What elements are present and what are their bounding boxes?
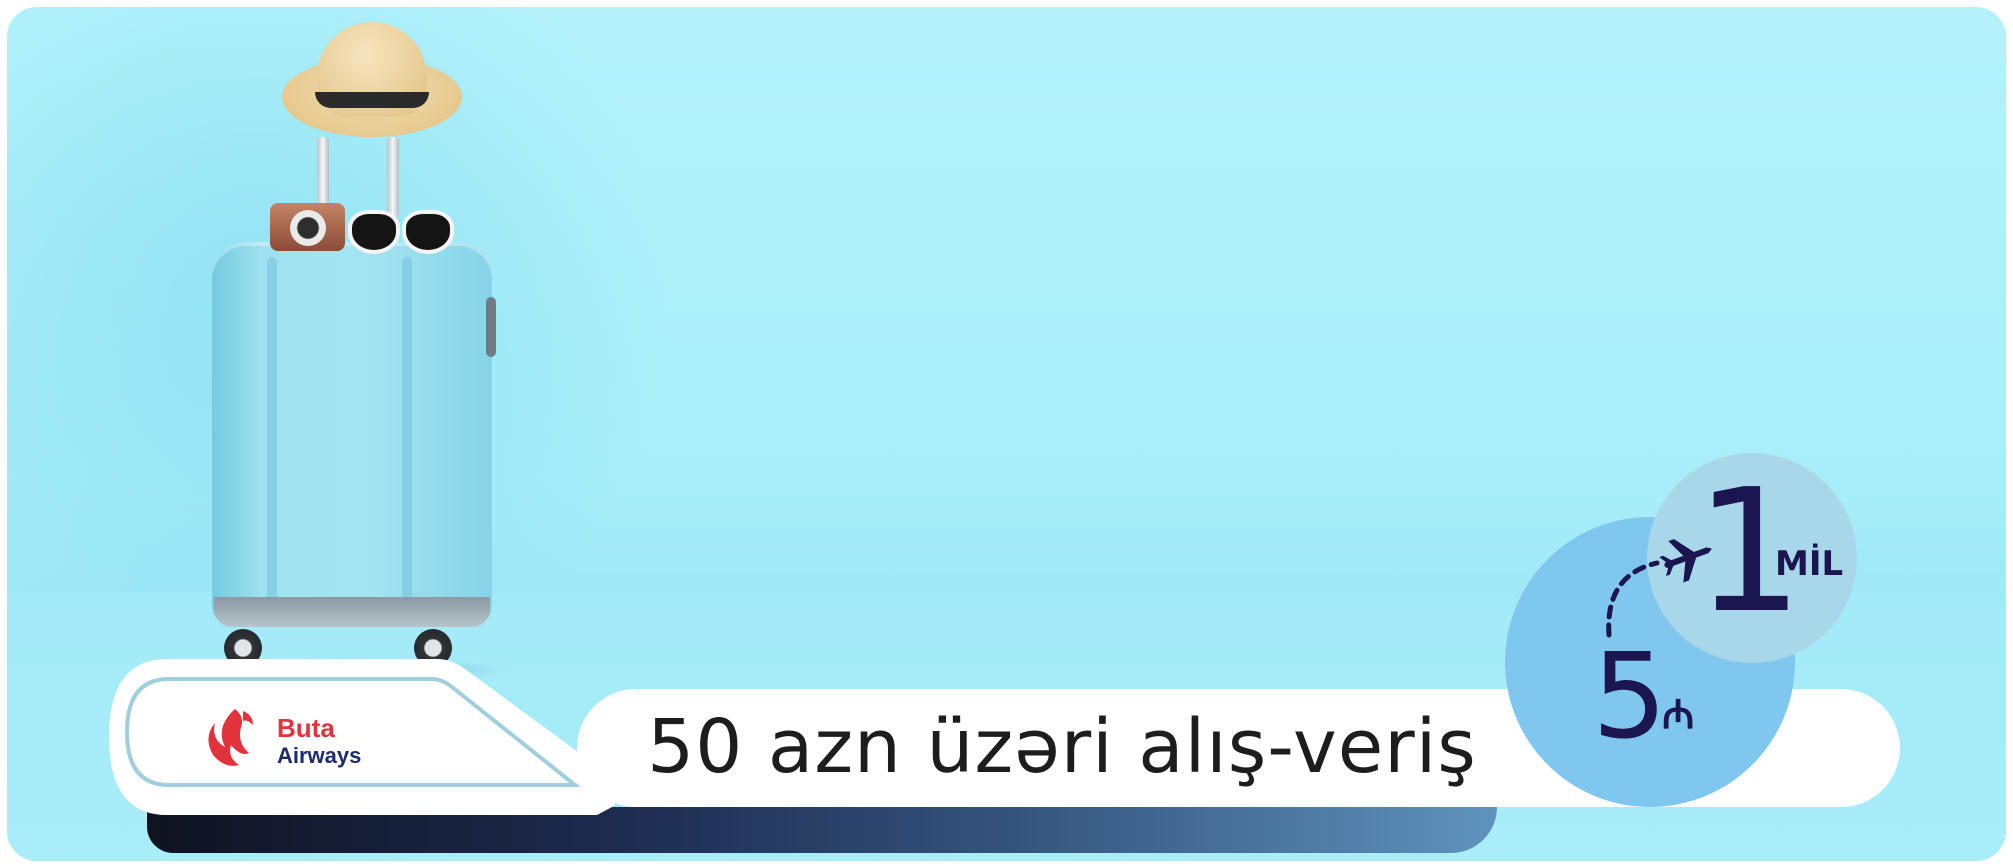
straw-hat-band bbox=[315, 92, 429, 108]
currency-symbol: ₼ bbox=[1662, 692, 1695, 738]
brand-name-line2: Airways bbox=[277, 743, 361, 768]
suitcase-illustration bbox=[202, 17, 512, 683]
suitcase-body bbox=[212, 242, 492, 627]
miles-unit: MİL bbox=[1775, 544, 1844, 584]
promo-banner[interactable]: 50 azn üzəri alış-veriş Buta Airways 1 M… bbox=[7, 7, 2006, 861]
suitcase-handle-right bbox=[387, 137, 399, 217]
spend-value: 5 bbox=[1592, 627, 1668, 765]
brand-logo-tab: Buta Airways bbox=[109, 659, 620, 815]
suitcase-base bbox=[214, 597, 490, 627]
promo-title: 50 azn üzəri alış-veriş bbox=[647, 704, 1477, 790]
suitcase-side-handle bbox=[486, 297, 496, 357]
camera-lens bbox=[290, 210, 326, 246]
suitcase-rib bbox=[402, 257, 412, 617]
brand-name-line1: Buta bbox=[277, 713, 335, 743]
sunglasses-icon bbox=[402, 210, 454, 254]
sunglasses-icon bbox=[348, 210, 400, 254]
suitcase-rib bbox=[267, 257, 277, 617]
